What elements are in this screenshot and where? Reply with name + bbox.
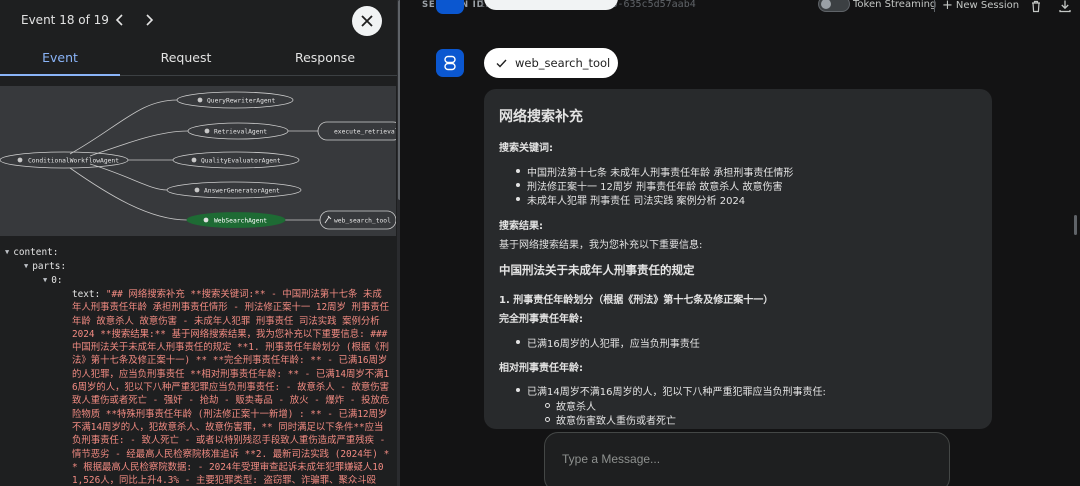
- token-streaming-label: Token Streaming: [853, 0, 937, 10]
- keywords-heading: 搜索关键词:: [499, 143, 553, 154]
- graph-node-label: WebSearchAgent: [214, 218, 267, 225]
- graph-node-root[interactable]: ConditionalWorkflowAgent: [0, 151, 129, 169]
- tab-request[interactable]: Request: [126, 42, 246, 76]
- list-item: 已满14周岁不满16周岁的人，犯以下八种严重犯罪应当负刑事责任:: [516, 383, 826, 398]
- agent-avatar: [436, 49, 464, 77]
- agent-icon: [204, 128, 210, 134]
- agent-icon: [194, 187, 200, 193]
- agent-message-card: 网络搜索补充 搜索关键词: 中国刑法第十七条 未成年人刑事责任年龄 承担刑事责任…: [484, 89, 992, 429]
- tree-node-parts[interactable]: ▼ parts:: [24, 261, 66, 272]
- tree-node-index[interactable]: ▼ 0:: [43, 275, 63, 286]
- close-button[interactable]: [352, 6, 382, 36]
- check-icon: [496, 59, 507, 68]
- agent-graph: ConditionalWorkflowAgent QueryRewriterAg…: [0, 86, 396, 236]
- event-counter: Event 18 of 19: [21, 13, 109, 27]
- message-title: 网络搜索补充: [499, 109, 583, 125]
- agent-avatar: [436, 0, 464, 14]
- tool-call-chip[interactable]: web_search_tool: [484, 48, 618, 78]
- caret-down-icon: ▼: [43, 276, 48, 284]
- graph-node-quality[interactable]: QualityEvaluatorAgent: [172, 151, 300, 169]
- tree-text-value: text: "## 网络搜索补充 **搜索关键词:** - 中国刑法第十七条 未…: [72, 288, 390, 486]
- section-title: 中国刑法关于未成年人刑事责任的规定: [499, 263, 695, 277]
- tree-node-content[interactable]: ▼ content:: [5, 247, 58, 258]
- chat-scrollbar-thumb[interactable]: [1074, 215, 1077, 235]
- list-item: 已满16周岁的人犯罪，应当负刑事责任: [516, 335, 700, 350]
- caret-down-icon: ▼: [24, 262, 29, 270]
- graph-node-label: QualityEvaluatorAgent: [201, 158, 281, 165]
- list-item: 故意伤害致人重伤或者死亡: [545, 412, 676, 427]
- subsection-title: 1. 刑事责任年龄划分（根据《刑法》第十七条及修正案十一）: [499, 295, 774, 306]
- results-intro: 基于网络搜索结果，我为您补充以下重要信息:: [499, 240, 703, 251]
- graph-node-label: web_search_tool: [334, 218, 391, 225]
- graph-node-label: AnswerGeneratorAgent: [204, 188, 280, 195]
- event-json-tree: ▼ content: ▼ parts: ▼ 0: text: "## 网络搜索补充 *…: [0, 244, 396, 486]
- left-scrollbar-thumb[interactable]: [398, 0, 400, 200]
- event-header: Event 18 of 19: [0, 0, 400, 42]
- agent-icon: [17, 157, 23, 163]
- full-age-heading: 完全刑事责任年龄:: [499, 314, 583, 325]
- graph-node-tool-web[interactable]: web_search_tool: [319, 210, 396, 230]
- graph-node-label: QueryRewriterAgent: [207, 98, 275, 105]
- graph-node-tool-retrieval[interactable]: execute_retrieval: [317, 121, 396, 141]
- agent-icon: [197, 97, 203, 103]
- graph-node-web-active[interactable]: WebSearchAgent: [186, 212, 286, 228]
- chat-panel: SESSION ID 1b08ef37-2a94-499b-93d6-635c5…: [408, 0, 1080, 486]
- list-item: 未成年人犯罪 刑事责任 司法实践 案例分析 2024: [515, 192, 745, 207]
- agent-icon: [203, 217, 209, 223]
- list-item: 刑法修正案十一 12周岁 刑事责任年龄 故意杀人 故意伤害: [515, 178, 782, 193]
- graph-node-answer[interactable]: AnswerGeneratorAgent: [166, 181, 302, 199]
- inspector-tabs: Event Request Response: [0, 42, 400, 76]
- tool-call-label: web_search_tool: [515, 56, 611, 70]
- list-item: 故意杀人: [545, 398, 596, 413]
- message-input[interactable]: [562, 449, 932, 469]
- graph-node-query[interactable]: QueryRewriterAgent: [176, 91, 294, 109]
- chevron-left-icon: [115, 14, 123, 26]
- toggle-knob: [821, 0, 831, 9]
- new-session-button[interactable]: + New Session: [942, 0, 1019, 13]
- robot-icon: [444, 55, 456, 71]
- next-event-button[interactable]: [139, 10, 159, 30]
- toolbar-divider: [934, 0, 935, 12]
- message-composer: [544, 432, 950, 486]
- download-button[interactable]: [1058, 0, 1072, 13]
- wrench-icon: [324, 215, 332, 224]
- left-scrollbar[interactable]: [397, 0, 400, 486]
- caret-down-icon: ▼: [5, 248, 10, 256]
- tool-chip-previous[interactable]: [484, 0, 618, 10]
- delete-session-button[interactable]: [1029, 0, 1043, 13]
- tab-response[interactable]: Response: [265, 42, 385, 76]
- graph-node-retrieval[interactable]: RetrievalAgent: [187, 122, 289, 140]
- trash-icon: [1032, 0, 1040, 13]
- plus-icon: +: [942, 0, 953, 13]
- download-icon: [1059, 0, 1071, 13]
- previous-event-button[interactable]: [110, 10, 130, 30]
- graph-node-label: execute_retrieval: [334, 129, 396, 136]
- chevron-right-icon: [146, 14, 154, 26]
- tree-text-key: text:: [72, 289, 101, 300]
- tree-text-string: "## 网络搜索补充 **搜索关键词:** - 中国刑法第十七条 未成年人刑事责…: [72, 289, 390, 486]
- agent-icon: [191, 157, 197, 163]
- relative-age-heading: 相对刑事责任年龄:: [499, 363, 583, 374]
- token-streaming-toggle[interactable]: [818, 0, 850, 12]
- event-inspector-panel: Event 18 of 19 Event Request Response Co…: [0, 0, 400, 486]
- graph-node-label: RetrievalAgent: [214, 129, 267, 136]
- tab-event[interactable]: Event: [0, 42, 120, 76]
- list-item: 中国刑法第十七条 未成年人刑事责任年龄 承担刑事责任情形: [515, 164, 793, 179]
- results-heading: 搜索结果:: [499, 221, 543, 232]
- close-icon: [361, 15, 373, 27]
- graph-node-label: ConditionalWorkflowAgent: [28, 158, 119, 165]
